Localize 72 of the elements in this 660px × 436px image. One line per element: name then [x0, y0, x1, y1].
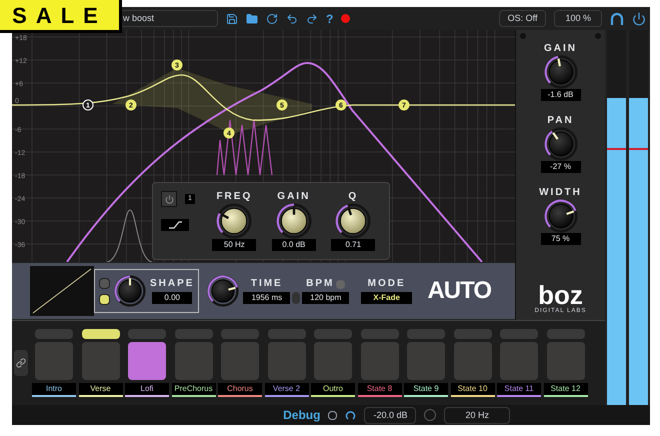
knob-label: Q [348, 191, 358, 203]
knob-label: GAIN [544, 43, 577, 55]
knob[interactable] [544, 199, 578, 233]
knob-label: TIME [250, 278, 283, 290]
knob[interactable] [276, 203, 312, 239]
knob-value: -1.6 dB [540, 89, 580, 101]
knob-label: FREQ [216, 191, 252, 203]
state-label: Chorus [218, 383, 262, 397]
link-button[interactable] [14, 350, 28, 376]
knob-value: 75 % [540, 233, 580, 245]
knob[interactable] [544, 127, 578, 161]
auto-logo: AUTO [427, 276, 491, 306]
knob-label: WIDTH [539, 187, 582, 199]
shape-display [30, 266, 94, 316]
knob-label: GAIN [277, 191, 310, 203]
save-icon[interactable] [226, 12, 238, 24]
knob-label: SHAPE [150, 278, 194, 290]
knob-value: 0.0 dB [272, 239, 316, 251]
debug-checkbox[interactable] [328, 410, 338, 420]
undo-icon[interactable] [286, 12, 298, 24]
state-label: State 10 [450, 383, 494, 397]
state-label: Lofi [125, 383, 169, 397]
debug-label: Debug [283, 407, 320, 424]
knob-value: 0.00 [152, 292, 192, 304]
sale-badge: SALE [0, 0, 122, 33]
highpass-icon [168, 221, 182, 229]
knob-value: -27 % [540, 161, 580, 173]
frequency-field[interactable]: 20 Hz [444, 406, 510, 424]
power-icon [164, 194, 174, 204]
knob[interactable] [335, 203, 372, 239]
state-label: PreChorus [172, 383, 216, 397]
state-label: Outro [311, 383, 355, 397]
folder-icon[interactable] [246, 12, 258, 24]
knob[interactable] [216, 203, 252, 239]
refresh-icon[interactable] [266, 12, 278, 24]
toggle-button[interactable] [99, 278, 110, 288]
redo-icon[interactable] [306, 12, 318, 24]
screw-icon [520, 33, 526, 39]
state-label: State 12 [544, 383, 588, 397]
zoom-button[interactable]: 100 % [554, 10, 602, 27]
bpm-label: BPM [306, 278, 334, 290]
knob-label: PAN [547, 115, 574, 127]
state-label: Verse 2 [264, 383, 308, 397]
bpm-value: 120 bpm [302, 292, 350, 304]
state-label: State 11 [497, 383, 541, 397]
state-label: Verse [78, 383, 122, 397]
link-icon [16, 358, 26, 368]
state-label: State 9 [404, 383, 448, 397]
curve-toggle[interactable] [99, 294, 110, 304]
peak-marker [607, 148, 626, 150]
headphones-icon[interactable] [610, 12, 624, 26]
state-label: Intro [32, 383, 76, 397]
knob[interactable] [114, 275, 146, 307]
knob-value: 0.71 [331, 239, 376, 251]
mode-dropdown[interactable]: X-Fade [361, 292, 412, 304]
knob[interactable] [544, 55, 578, 89]
screw-icon [595, 33, 601, 39]
filter-type-button[interactable] [161, 219, 189, 231]
peak-marker [629, 148, 648, 150]
threshold-field[interactable]: -20.0 dB [364, 406, 416, 424]
power-icon[interactable] [632, 12, 646, 26]
oversampling-button[interactable]: OS: Off [498, 10, 546, 27]
record-icon[interactable] [341, 14, 350, 23]
help-button[interactable]: ? [326, 10, 334, 28]
mode-label: MODE [368, 278, 406, 290]
knob[interactable] [207, 275, 240, 307]
power-button[interactable] [161, 191, 177, 207]
knob-value: 1956 ms [243, 292, 290, 304]
knob-value: 50 Hz [212, 239, 256, 251]
brand-logo: boz [538, 283, 583, 307]
state-label: State 8 [358, 383, 402, 397]
knob-icon[interactable] [345, 410, 356, 420]
